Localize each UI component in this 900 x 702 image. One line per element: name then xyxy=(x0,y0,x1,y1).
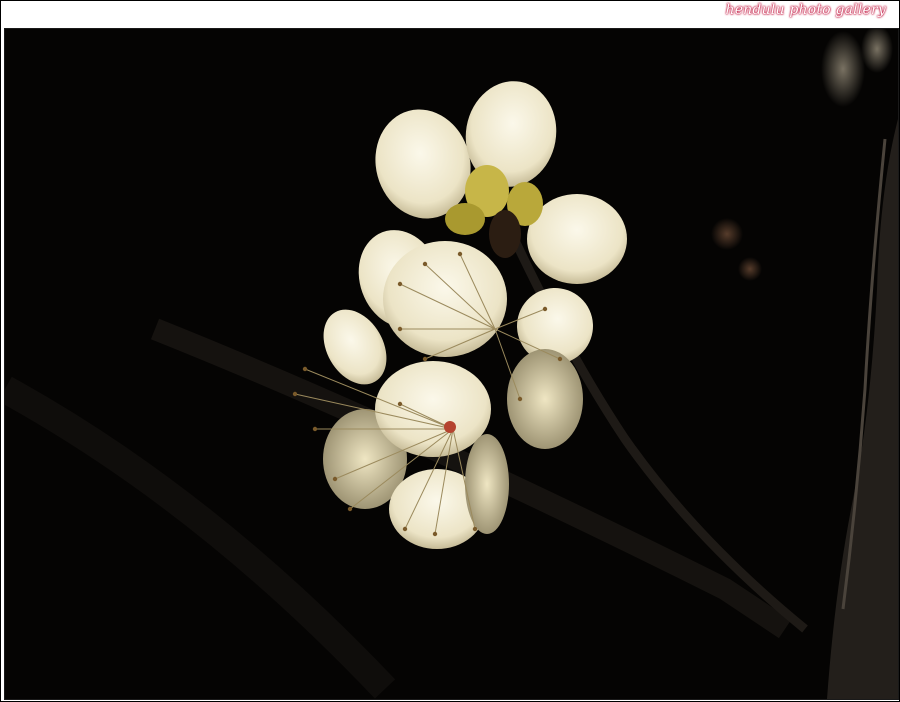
bokeh-highlight xyxy=(711,218,743,250)
watermark-logo: hendulu photo gallery xyxy=(725,2,886,18)
blossom-photo xyxy=(4,28,899,700)
photo-frame: hendulu photo gallery xyxy=(0,0,900,702)
plum-blossom-icon xyxy=(5,29,898,699)
bokeh-highlight xyxy=(821,31,865,107)
bokeh-highlight xyxy=(738,257,762,281)
